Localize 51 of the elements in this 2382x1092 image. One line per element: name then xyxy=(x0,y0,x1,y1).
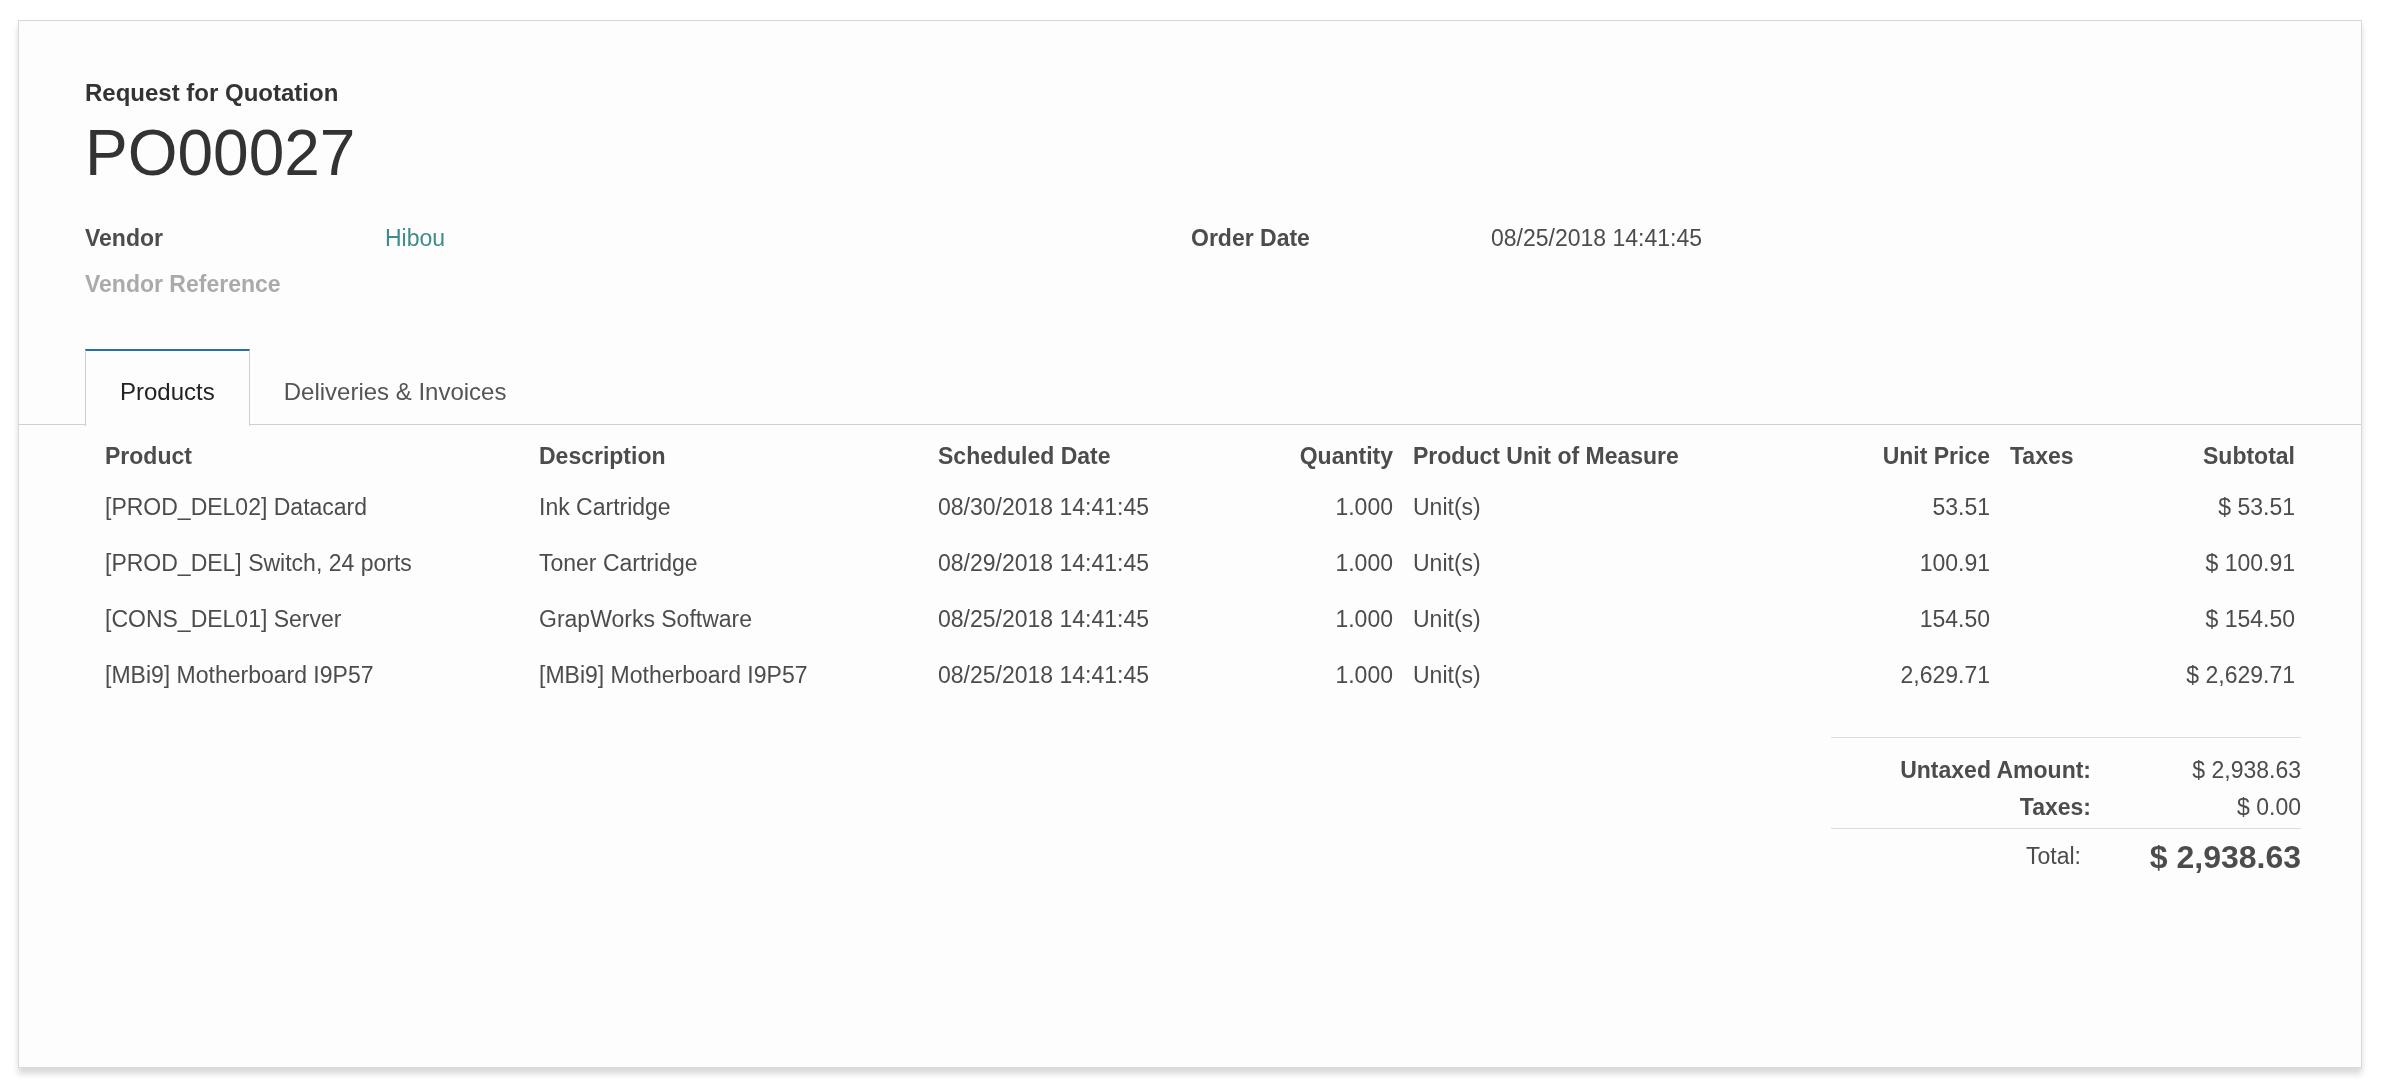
table-cell: 53.51 xyxy=(1932,493,1990,520)
table-cell: GrapWorks Software xyxy=(539,605,753,632)
table-cell: [MBi9] Motherboard I9P57 xyxy=(105,661,374,688)
table-cell: 08/25/2018 14:41:45 xyxy=(938,661,1150,688)
column-header[interactable]: Product xyxy=(85,433,519,479)
field-label: Vendor xyxy=(85,223,164,253)
table-cell: [CONS_DEL01] Server xyxy=(105,605,342,632)
table-cell: 08/25/2018 14:41:45 xyxy=(938,605,1150,632)
table-cell: [PROD_DEL] Switch, 24 ports xyxy=(105,549,412,576)
table-cell: $ 100.91 xyxy=(2205,549,2295,576)
table-cell: Toner Cartridge xyxy=(539,549,698,576)
document-type: Request for Quotation xyxy=(85,78,340,108)
table-cell: $ 154.50 xyxy=(2205,605,2295,632)
table-cell: Unit(s) xyxy=(1413,493,1481,520)
table-cell: $ 2,629.71 xyxy=(2186,661,2295,688)
grand-total: $ 2,938.63 xyxy=(2148,837,2301,877)
total-label: Untaxed Amount: xyxy=(1899,755,2091,785)
column-header[interactable]: Description xyxy=(519,433,918,479)
table-cell: $ 53.51 xyxy=(2218,493,2295,520)
table-cell: [MBi9] Motherboard I9P57 xyxy=(539,661,808,688)
column-header[interactable]: Unit Price xyxy=(1785,433,1990,479)
column-header[interactable]: Product Unit of Measure xyxy=(1413,433,1785,479)
column-header[interactable]: Scheduled Date xyxy=(918,433,1201,479)
table-cell: Ink Cartridge xyxy=(539,493,671,520)
table-cell: 08/29/2018 14:41:45 xyxy=(938,549,1150,576)
table-cell: 2,629.71 xyxy=(1900,661,1990,688)
table-cell: 1.000 xyxy=(1335,549,1393,576)
table-cell: 100.91 xyxy=(1919,549,1990,576)
total-label: Taxes: xyxy=(2018,792,2091,822)
table-cell: [PROD_DEL02] Datacard xyxy=(105,493,368,520)
vendor-link[interactable]: Hibou xyxy=(385,220,446,256)
table-cell: Unit(s) xyxy=(1413,605,1481,632)
column-header[interactable]: Subtotal xyxy=(2135,433,2315,479)
total-value: $ 0.00 xyxy=(2236,792,2301,822)
table-cell: Unit(s) xyxy=(1413,661,1481,688)
tab[interactable]: Deliveries & Invoices xyxy=(249,349,541,426)
table-cell: 1.000 xyxy=(1335,605,1393,632)
table-cell: 1.000 xyxy=(1335,661,1393,688)
table-cell: 1.000 xyxy=(1335,493,1393,520)
field-label: Order Date xyxy=(1191,223,1311,253)
total-value: $ 2,938.63 xyxy=(2191,755,2301,785)
total-label: Total: xyxy=(2025,842,2081,872)
document-title: PO00027 xyxy=(85,116,357,191)
tab[interactable]: Products xyxy=(85,349,250,426)
table-cell: Unit(s) xyxy=(1413,549,1481,576)
table-cell: 154.50 xyxy=(1919,605,1990,632)
column-header[interactable]: Taxes xyxy=(1990,433,2135,479)
field-value: 08/25/2018 14:41:45 xyxy=(1491,223,1703,253)
column-header[interactable]: Quantity xyxy=(1201,433,1413,479)
field-label: Vendor Reference xyxy=(85,269,282,299)
table-cell: 08/30/2018 14:41:45 xyxy=(938,493,1150,520)
